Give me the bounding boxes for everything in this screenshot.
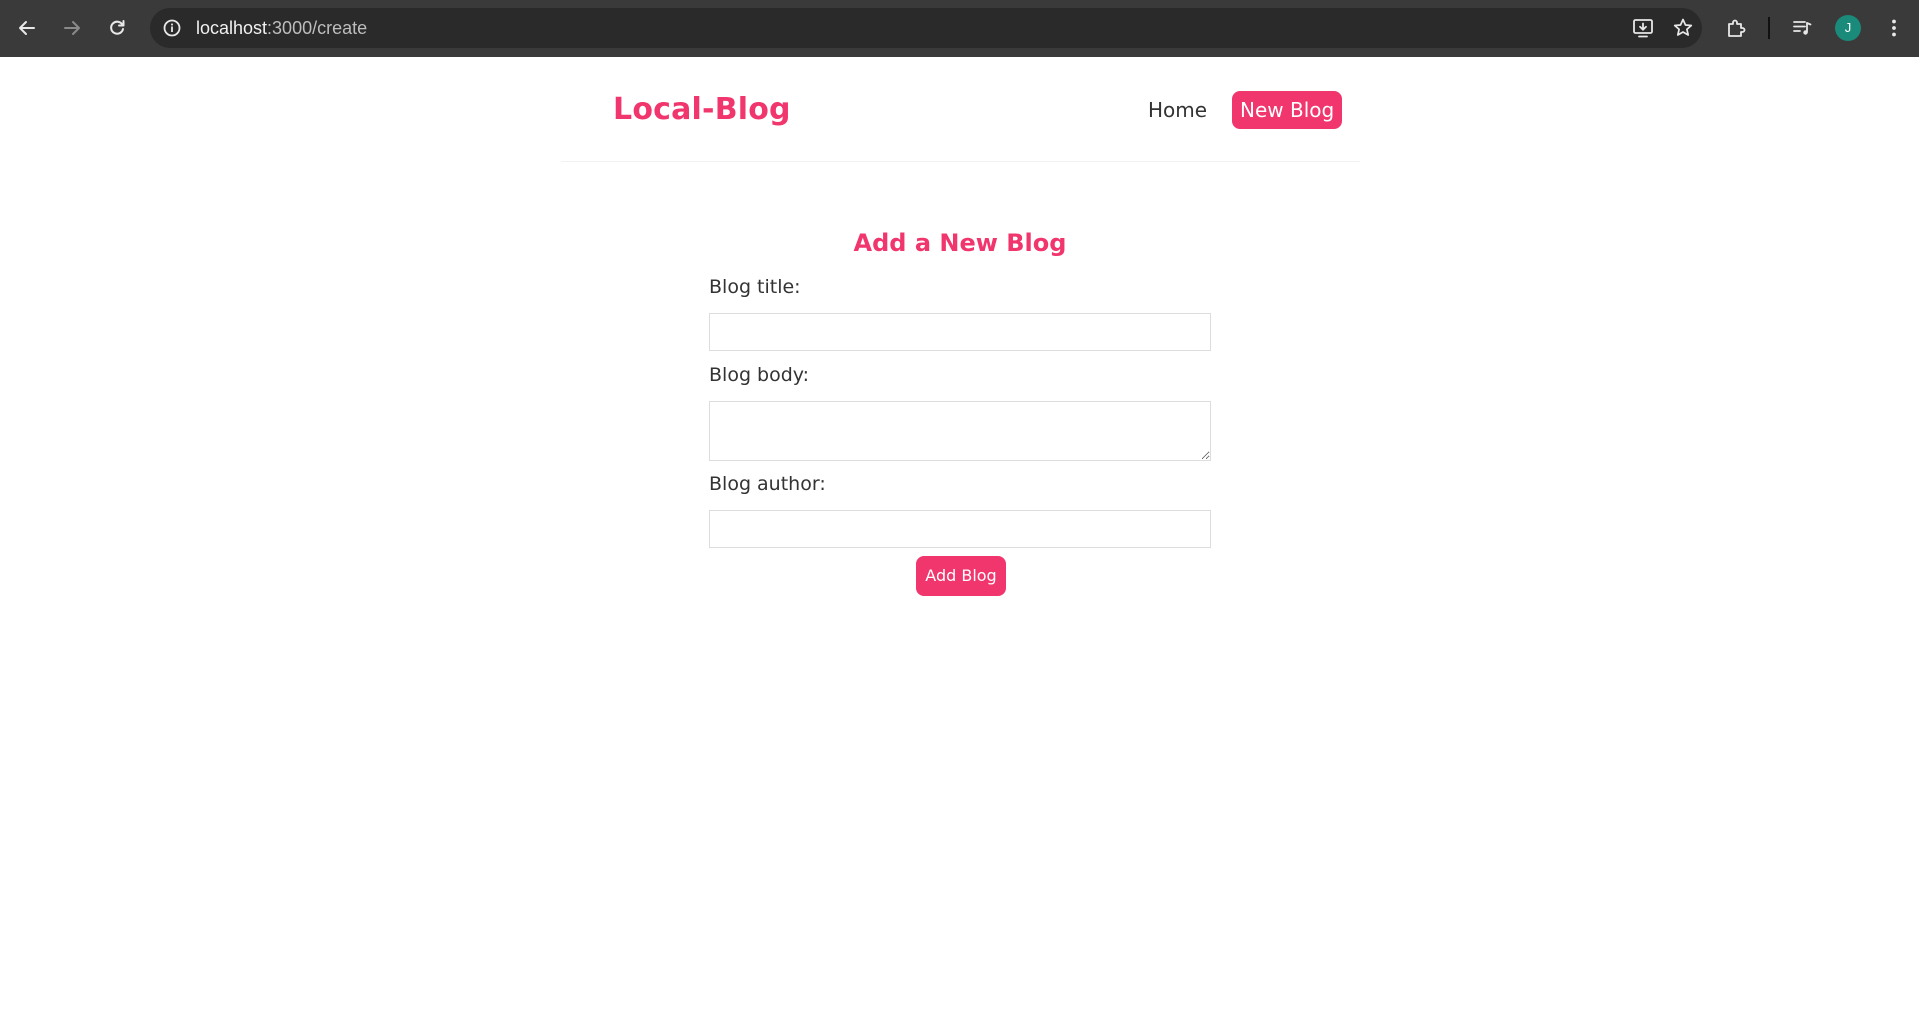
site-logo: Local-Blog [613, 92, 791, 127]
blog-author-input[interactable] [709, 510, 1211, 548]
arrow-right-icon [64, 21, 80, 35]
page-viewport: Local-Blog Home New Blog Add a New Blog … [0, 57, 1919, 1028]
blog-author-label: Blog author: [709, 473, 826, 495]
bookmark-star-icon[interactable] [1672, 17, 1694, 39]
site-info-icon[interactable] [162, 18, 182, 38]
reload-button[interactable] [103, 14, 131, 42]
address-bar[interactable]: localhost:3000/create [150, 8, 1702, 48]
url-text[interactable]: localhost:3000/create [196, 17, 367, 39]
add-blog-button[interactable]: Add Blog [916, 556, 1006, 596]
blog-title-label: Blog title: [709, 276, 801, 298]
browser-toolbar: localhost:3000/create J [0, 0, 1919, 57]
extensions-button[interactable] [1722, 14, 1750, 42]
blog-body-textarea[interactable] [709, 401, 1211, 461]
nav-new-blog-link[interactable]: New Blog [1232, 91, 1343, 129]
reload-icon [110, 20, 125, 35]
arrow-left-icon [19, 21, 35, 35]
create-blog-form: Add a New Blog Blog title: Blog body: Bl… [709, 228, 1211, 596]
browser-menu-button[interactable] [1880, 14, 1908, 42]
blog-body-label: Blog body: [709, 364, 810, 386]
media-controls-button[interactable] [1788, 14, 1816, 42]
page-title: Add a New Blog [853, 229, 1067, 257]
media-queue-icon [1793, 21, 1812, 35]
install-app-icon[interactable] [1632, 17, 1654, 39]
more-vertical-icon [1892, 19, 1896, 37]
blog-title-input[interactable] [709, 313, 1211, 351]
puzzle-piece-icon [1728, 19, 1746, 37]
toolbar-divider [1768, 17, 1770, 39]
forward-button[interactable] [58, 14, 86, 42]
site-navbar: Local-Blog Home New Blog [561, 57, 1360, 162]
profile-avatar[interactable]: J [1835, 15, 1861, 41]
url-host: localhost [196, 18, 268, 38]
nav-home-link[interactable]: Home [1148, 91, 1207, 129]
back-button[interactable] [13, 14, 41, 42]
url-path: :3000/create [267, 18, 368, 38]
